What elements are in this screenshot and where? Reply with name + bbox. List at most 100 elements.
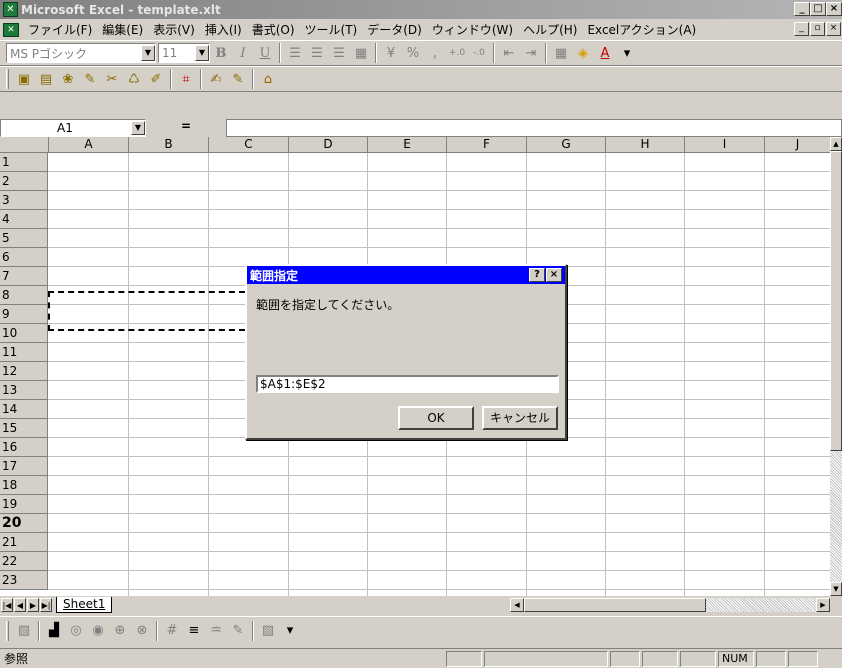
doc-close-button[interactable]: × bbox=[826, 22, 841, 36]
toolbar-tool-icon[interactable]: ✎ bbox=[79, 68, 101, 90]
column-header[interactable]: H bbox=[606, 137, 685, 153]
row-header[interactable]: 3 bbox=[0, 191, 48, 210]
toolbar-tool-icon[interactable]: ✂ bbox=[101, 68, 123, 90]
toolbar-tool-icon[interactable]: ⌂ bbox=[257, 68, 279, 90]
row-header[interactable]: 14 bbox=[0, 400, 48, 419]
row-header[interactable]: 13 bbox=[0, 381, 48, 400]
ok-button[interactable]: OK bbox=[398, 406, 474, 430]
scroll-right-icon[interactable]: ▶ bbox=[816, 598, 830, 612]
scroll-up-icon[interactable]: ▲ bbox=[830, 137, 842, 151]
currency-icon[interactable]: ¥ bbox=[380, 42, 402, 64]
toolbar-tool-icon[interactable]: ❀ bbox=[57, 68, 79, 90]
cancel-button[interactable]: キャンセル bbox=[482, 406, 558, 430]
chevron-down-icon[interactable]: ▾ bbox=[279, 620, 301, 642]
maximize-button[interactable]: □ bbox=[810, 2, 826, 16]
draw-tool-icon[interactable]: ⊗ bbox=[131, 620, 153, 642]
decrease-indent-icon[interactable]: ⇤ bbox=[498, 42, 520, 64]
row-header[interactable]: 1 bbox=[0, 153, 48, 172]
select-all-corner[interactable] bbox=[0, 137, 49, 153]
draw-tool-icon[interactable]: ▧ bbox=[257, 620, 279, 642]
scroll-left-icon[interactable]: ◀ bbox=[510, 598, 524, 612]
menu-view[interactable]: 表示(V) bbox=[148, 21, 200, 38]
range-input[interactable]: $A$1:$E$2 bbox=[256, 375, 559, 393]
draw-tool-icon[interactable]: ⊕ bbox=[109, 620, 131, 642]
toolbar-tool-icon[interactable]: ⌗ bbox=[175, 68, 197, 90]
formula-equals-sign[interactable]: = bbox=[146, 119, 226, 137]
help-button[interactable]: ? bbox=[529, 268, 545, 282]
row-header[interactable]: 2 bbox=[0, 172, 48, 191]
draw-tool-icon[interactable]: # bbox=[161, 620, 183, 642]
dialog-close-button[interactable]: × bbox=[546, 268, 562, 282]
row-header[interactable]: 17 bbox=[0, 457, 48, 476]
column-header[interactable]: I bbox=[685, 137, 765, 153]
dialog-title-bar[interactable]: 範囲指定 ? × bbox=[247, 266, 565, 284]
next-sheet-icon[interactable]: ▶ bbox=[27, 598, 39, 612]
last-sheet-icon[interactable]: ▶| bbox=[40, 598, 52, 612]
column-header[interactable]: D bbox=[289, 137, 368, 153]
italic-button[interactable]: I bbox=[232, 42, 254, 64]
row-header[interactable]: 15 bbox=[0, 419, 48, 438]
toolbar-options-icon[interactable]: ▾ bbox=[616, 42, 638, 64]
underline-button[interactable]: U bbox=[254, 42, 276, 64]
doc-minimize-button[interactable]: _ bbox=[794, 22, 809, 36]
prev-sheet-icon[interactable]: ◀ bbox=[14, 598, 26, 612]
doc-restore-button[interactable]: ▫ bbox=[810, 22, 825, 36]
fill-color-icon[interactable]: ◈ bbox=[572, 42, 594, 64]
toolbar-tool-icon[interactable]: ▣ bbox=[13, 68, 35, 90]
toolbar-grip[interactable] bbox=[6, 620, 9, 641]
draw-tool-icon[interactable]: ▟ bbox=[43, 620, 65, 642]
font-name-select[interactable]: MS Pゴシック ▼ bbox=[6, 43, 156, 63]
font-size-select[interactable]: 11 ▼ bbox=[158, 43, 210, 63]
draw-tool-icon[interactable]: ≡ bbox=[183, 620, 205, 642]
horizontal-scrollbar[interactable]: ◀ ▶ bbox=[510, 598, 830, 612]
document-icon[interactable]: ✕ bbox=[3, 22, 19, 37]
row-header[interactable]: 7 bbox=[0, 267, 48, 286]
draw-tool-icon[interactable]: ◎ bbox=[65, 620, 87, 642]
comma-icon[interactable]: , bbox=[424, 42, 446, 64]
align-right-icon[interactable]: ☰ bbox=[328, 42, 350, 64]
toolbar-tool-icon[interactable]: ✎ bbox=[227, 68, 249, 90]
column-header[interactable]: J bbox=[765, 137, 830, 153]
font-color-icon[interactable]: A bbox=[594, 42, 616, 64]
minimize-button[interactable]: _ bbox=[794, 2, 810, 16]
close-button[interactable]: × bbox=[826, 2, 842, 16]
toolbar-tool-icon[interactable]: ✍ bbox=[205, 68, 227, 90]
scroll-thumb[interactable] bbox=[830, 151, 842, 451]
row-header[interactable]: 19 bbox=[0, 495, 48, 514]
vertical-scrollbar[interactable]: ▲ ▼ bbox=[830, 137, 842, 596]
draw-tool-icon[interactable]: ✎ bbox=[227, 620, 249, 642]
percent-icon[interactable]: % bbox=[402, 42, 424, 64]
column-header[interactable]: E bbox=[368, 137, 447, 153]
merge-center-icon[interactable]: ▦ bbox=[350, 42, 372, 64]
scroll-down-icon[interactable]: ▼ bbox=[830, 582, 842, 596]
row-header[interactable]: 16 bbox=[0, 438, 48, 457]
column-header[interactable]: A bbox=[49, 137, 129, 153]
menu-data[interactable]: データ(D) bbox=[362, 21, 427, 38]
row-header[interactable]: 12 bbox=[0, 362, 48, 381]
column-header[interactable]: F bbox=[447, 137, 527, 153]
toolbar-tool-icon[interactable]: ▤ bbox=[35, 68, 57, 90]
toolbar-tool-icon[interactable]: ♺ bbox=[123, 68, 145, 90]
first-sheet-icon[interactable]: |◀ bbox=[1, 598, 13, 612]
menu-file[interactable]: ファイル(F) bbox=[23, 21, 97, 38]
column-header[interactable]: G bbox=[527, 137, 606, 153]
chevron-down-icon[interactable]: ▼ bbox=[195, 45, 209, 61]
bold-button[interactable]: B bbox=[210, 42, 232, 64]
row-header[interactable]: 4 bbox=[0, 210, 48, 229]
menu-format[interactable]: 書式(O) bbox=[247, 21, 300, 38]
align-center-icon[interactable]: ☰ bbox=[306, 42, 328, 64]
row-header[interactable]: 22 bbox=[0, 552, 48, 571]
toolbar-tool-icon[interactable]: ✐ bbox=[145, 68, 167, 90]
align-left-icon[interactable]: ☰ bbox=[284, 42, 306, 64]
row-header[interactable]: 10 bbox=[0, 324, 48, 343]
draw-tool-icon[interactable]: ▧ bbox=[13, 620, 35, 642]
increase-indent-icon[interactable]: ⇥ bbox=[520, 42, 542, 64]
sheet-tab-sheet1[interactable]: Sheet1 bbox=[56, 597, 113, 613]
formula-input[interactable] bbox=[226, 118, 842, 137]
row-header[interactable]: 6 bbox=[0, 248, 48, 267]
row-header[interactable]: 21 bbox=[0, 533, 48, 552]
increase-decimal-icon[interactable]: +.0 bbox=[446, 42, 468, 64]
draw-tool-icon[interactable]: ◉ bbox=[87, 620, 109, 642]
row-header[interactable]: 9 bbox=[0, 305, 48, 324]
row-header[interactable]: 5 bbox=[0, 229, 48, 248]
